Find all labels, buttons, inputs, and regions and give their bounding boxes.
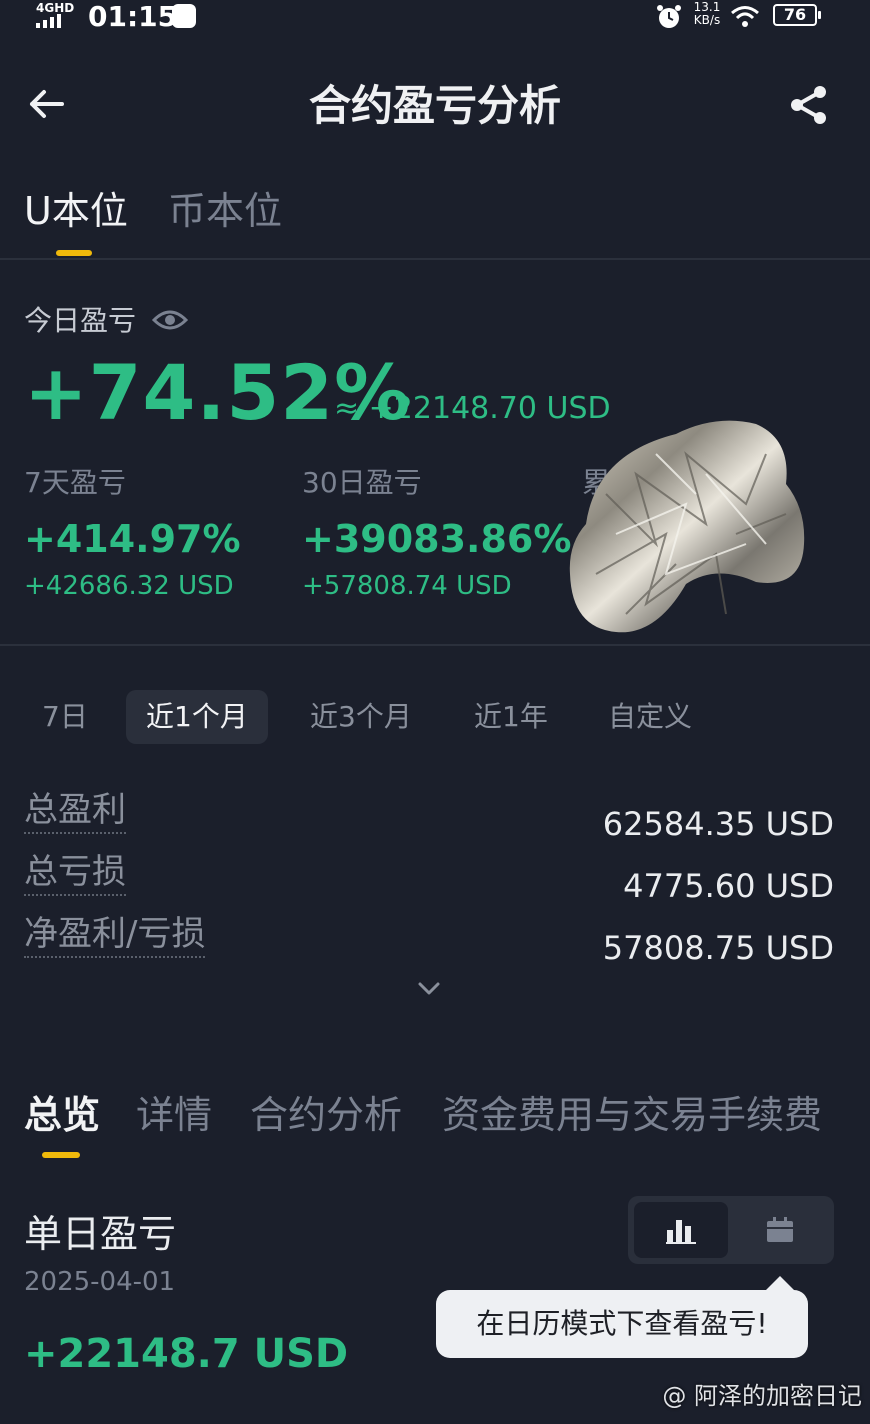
tab-coin-margined[interactable]: 币本位	[168, 186, 282, 236]
foil-sticker-overlay	[569, 420, 805, 633]
today-pnl-label: 今日盈亏	[24, 304, 137, 337]
tab-u-margined[interactable]: U本位	[24, 186, 128, 236]
clock: 01:15	[88, 0, 178, 33]
section-tab-indicator	[42, 1152, 80, 1158]
bar-chart-icon	[666, 1220, 696, 1244]
daily-pnl-title: 单日盈亏	[24, 1212, 177, 1256]
period-tab-custom[interactable]: 自定义	[608, 690, 692, 744]
stat-7d-percent: +414.97%	[24, 517, 241, 561]
stat-7d-label: 7天盈亏	[24, 466, 126, 499]
stat-30d-label: 30日盈亏	[302, 466, 422, 499]
total-profit-value: 62584.35 USD	[602, 805, 834, 843]
divider	[0, 644, 870, 646]
tab-details[interactable]: 详情	[136, 1088, 212, 1142]
period-tab-7d[interactable]: 7日	[42, 690, 88, 744]
wifi-icon	[731, 6, 759, 27]
total-loss-label[interactable]: 总亏损	[24, 850, 126, 896]
period-tab-1m[interactable]: 近1个月	[126, 690, 268, 744]
tab-contract-analysis[interactable]: 合约分析	[250, 1088, 402, 1142]
watermark: @ 阿泽的加密日记	[662, 1382, 862, 1410]
tooltip-arrow	[766, 1276, 794, 1290]
period-tab-3m[interactable]: 近3个月	[310, 690, 412, 744]
net-pnl-label[interactable]: 净盈利/亏损	[24, 912, 206, 958]
net-pnl-value: 57808.75 USD	[602, 929, 834, 967]
calendar-mode-tooltip[interactable]: 在日历模式下查看盈亏!	[436, 1290, 808, 1358]
signal-icon	[36, 14, 61, 28]
stat-30d-usd: +57808.74 USD	[302, 571, 512, 601]
chevron-down-icon[interactable]	[414, 974, 444, 1004]
app-notification-icon	[172, 4, 196, 28]
network-speed: 13.1 KB/s	[690, 1, 724, 27]
unit-tab-indicator	[56, 250, 92, 256]
divider	[0, 258, 870, 260]
daily-pnl-date: 2025-04-01	[24, 1267, 176, 1297]
alarm-icon	[657, 5, 681, 28]
eye-icon[interactable]	[152, 304, 188, 336]
share-icon[interactable]	[788, 84, 830, 126]
daily-pnl-value: +22148.7 USD	[24, 1331, 349, 1377]
battery-tip	[818, 11, 821, 19]
speed-unit: KB/s	[693, 13, 721, 27]
chart-view-button[interactable]	[634, 1202, 728, 1258]
stat-7d-usd: +42686.32 USD	[24, 571, 234, 601]
period-tab-1y[interactable]: 近1年	[474, 690, 548, 744]
stat-30d-percent: +39083.86%	[302, 517, 572, 561]
calendar-view-button[interactable]	[734, 1202, 828, 1258]
calendar-icon	[767, 1217, 793, 1242]
network-type: 4GHD	[36, 1, 75, 15]
total-profit-label[interactable]: 总盈利	[24, 788, 126, 834]
tab-overview[interactable]: 总览	[24, 1088, 100, 1142]
tab-funding-fees[interactable]: 资金费用与交易手续费	[442, 1088, 822, 1142]
status-bar: 4GHD 01:15 13.1 KB/s 76	[0, 0, 870, 40]
total-loss-value: 4775.60 USD	[623, 867, 834, 905]
page-title: 合约盈亏分析	[308, 81, 561, 130]
battery-indicator: 76	[773, 4, 817, 26]
